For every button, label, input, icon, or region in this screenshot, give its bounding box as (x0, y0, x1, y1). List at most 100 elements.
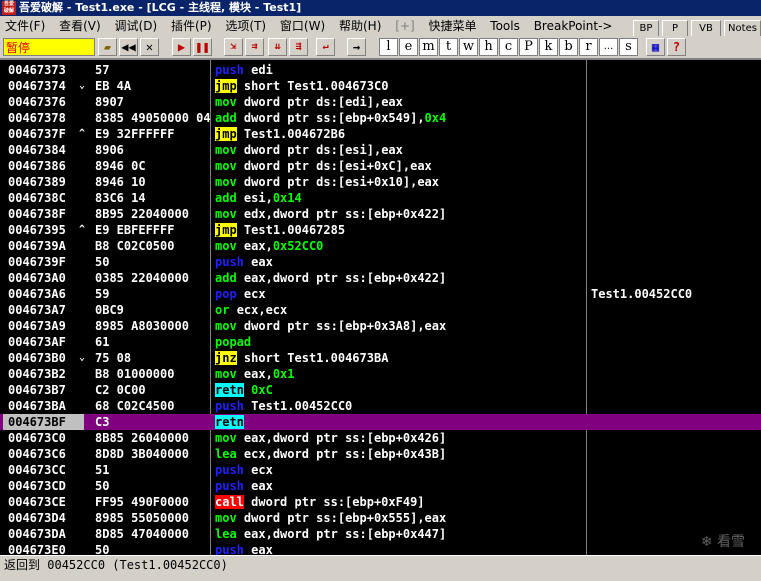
animate-over-icon[interactable]: ⇶ (289, 38, 308, 56)
menu-help[interactable]: 帮助(H) (334, 16, 386, 36)
disasm-row[interactable]: 004673CD 50 push eax (0, 478, 761, 494)
toolbar-runtrace-button[interactable]: ... (599, 38, 618, 56)
menu-plus[interactable]: [+] (390, 16, 419, 36)
restart-icon[interactable]: ◀◀ (119, 38, 138, 56)
menu-file[interactable]: 文件(F) (0, 16, 50, 36)
disasm-row[interactable]: 004673D4 8985 55050000 mov dword ptr ss:[e… (0, 510, 761, 526)
disasm-row[interactable]: 0046737F ^ E9 32FFFFFF jmp Test1.004672B6 (0, 126, 761, 142)
toolbar-memory-button[interactable]: m (419, 38, 438, 56)
help-icon[interactable]: ? (667, 38, 686, 56)
notes-button[interactable]: Notes (724, 20, 761, 37)
disasm-row[interactable]: 0046739F 50 push eax (0, 254, 761, 270)
instruction-mnemonic: push (215, 63, 244, 77)
row-address: 00467376 (8, 95, 66, 109)
toolbar-windows-button[interactable]: w (459, 38, 478, 56)
toolbar-modules-button[interactable]: e (399, 38, 418, 56)
toolbar-source-button[interactable]: s (619, 38, 638, 56)
animate-into-icon[interactable]: ⇊ (268, 38, 287, 56)
row-instruction: mov dword ptr ds:[esi],eax (215, 142, 585, 158)
open-folder-icon[interactable]: ▰ (98, 38, 117, 56)
menu-options[interactable]: 选项(T) (220, 16, 271, 36)
disassembly-pane[interactable]: 00467373 57 push edi 00467374 ⌄ EB 4A jmp shor… (0, 58, 761, 555)
disasm-row[interactable]: 0046738C 83C6 14 add esi,0x14 (0, 190, 761, 206)
p-button[interactable]: P (662, 20, 688, 37)
disasm-row[interactable]: 00467373 57 push edi (0, 62, 761, 78)
menu-tools[interactable]: Tools (485, 16, 525, 36)
row-hex-bytes: C2 0C00 (95, 383, 146, 397)
disasm-row[interactable]: 00467384 8906 mov dword ptr ds:[esi],eax (0, 142, 761, 158)
menu-window[interactable]: 窗口(W) (275, 16, 330, 36)
window-title: 吾爱破解 - Test1.exe - [LCG - 主线程, 模块 - Test… (19, 1, 302, 14)
disasm-row[interactable]: 004673BA 68 C02C4500 push Test1.00452CC0 (0, 398, 761, 414)
snowflake-icon: ❄ (700, 534, 713, 550)
bp-button[interactable]: BP (633, 20, 659, 37)
disasm-row[interactable]: 004673B0 ⌄ 75 08 jnz short Test1.004673BA (0, 350, 761, 366)
instruction-operand: ecx,dword ptr ss:[ebp+0x43B] (243, 447, 447, 461)
close-icon[interactable]: ✕ (140, 38, 159, 56)
execute-till-return-icon[interactable]: ↵ (316, 38, 335, 56)
disasm-row[interactable]: 004673A9 8985 A8030000 mov dword ptr ss:[e… (0, 318, 761, 334)
row-hex-bytes: 57 (95, 63, 110, 77)
disasm-row[interactable]: 004673C6 8D8D 3B040000 lea ecx,dword ptr s… (0, 446, 761, 462)
menu-plugins[interactable]: 插件(P) (166, 16, 217, 36)
toolbar-log-button[interactable]: l (379, 38, 398, 56)
row-comment: Test1.00452CC0 (591, 287, 693, 301)
menu-breakpoint[interactable]: BreakPoint-> (529, 16, 618, 36)
disasm-row[interactable]: 004673CC 51 push ecx (0, 462, 761, 478)
toolbar-references-button[interactable]: r (579, 38, 598, 56)
run-icon[interactable]: ▶ (172, 38, 191, 56)
disasm-row[interactable]: 004673B2 B8 01000000 mov eax,0x1 (0, 366, 761, 382)
row-hex-bytes: 8985 55050000 (95, 511, 189, 525)
step-into-icon[interactable]: ⇲ (224, 38, 243, 56)
disasm-row[interactable]: 004673BF C3 retn (0, 414, 761, 430)
toolbar-callstack-button[interactable]: k (539, 38, 558, 56)
row-instruction: mov dword ptr ss:[ebp+0x555],eax (215, 510, 585, 526)
disasm-row[interactable]: 004673A0 0385 22040000 add eax,dword ptr s… (0, 270, 761, 286)
menu-view[interactable]: 查看(V) (54, 16, 106, 36)
disasm-row[interactable]: 00467376 8907 mov dword ptr ds:[edi],eax (0, 94, 761, 110)
disasm-row[interactable]: 00467395 ^ E9 EBFEFFFF jmp Test1.00467285 (0, 222, 761, 238)
row-hex-bytes: 8D85 47040000 (95, 527, 189, 541)
disasm-row[interactable]: 0046738F 8B95 22040000 mov edx,dword ptr s… (0, 206, 761, 222)
row-instruction: jmp Test1.00467285 (215, 222, 585, 238)
vb-button[interactable]: VB (691, 20, 721, 37)
toolbar-patches-button[interactable]: P (519, 38, 538, 56)
goto-icon[interactable]: → (347, 38, 366, 56)
toolbar-handles-button[interactable]: h (479, 38, 498, 56)
disasm-row[interactable]: 00467386 8946 0C mov dword ptr ds:[esi+0xC… (0, 158, 761, 174)
settings-icon[interactable]: ▦ (646, 38, 665, 56)
disasm-row[interactable]: 004673C0 8B85 26040000 mov eax,dword ptr s… (0, 430, 761, 446)
row-address: 00467386 (8, 159, 66, 173)
menu-debug[interactable]: 调试(D) (110, 16, 163, 36)
disasm-row[interactable]: 00467389 8946 10 mov dword ptr ds:[esi+0x1… (0, 174, 761, 190)
instruction-operand: eax, (243, 239, 273, 253)
menu-shortcuts[interactable]: 快捷菜单 (423, 16, 481, 36)
row-address: 004673CE (8, 495, 66, 509)
title-bar: 吾爱 破解 吾爱破解 - Test1.exe - [LCG - 主线程, 模块 - … (0, 0, 761, 16)
disasm-row[interactable]: 004673A6 59 pop ecx Test1.00452CC0 (0, 286, 761, 302)
instruction-operand: dword ptr ds:[esi],eax (243, 143, 403, 157)
row-address: 004673CC (8, 463, 66, 477)
disasm-row[interactable]: 004673B7 C2 0C00 retn 0xC (0, 382, 761, 398)
disasm-row[interactable]: 004673A7 0BC9 or ecx,ecx (0, 302, 761, 318)
row-hex-bytes: B8 01000000 (95, 367, 175, 381)
instruction-mnemonic: mov (215, 143, 237, 157)
disasm-row[interactable]: 004673DA 8D85 47040000 lea eax,dword ptr s… (0, 526, 761, 542)
instruction-operand: short Test1.004673C0 (243, 79, 389, 93)
toolbar-breakpoints-button[interactable]: b (559, 38, 578, 56)
disasm-row[interactable]: 00467378 8385 49050000 04 add dword ptr ss… (0, 110, 761, 126)
disasm-row[interactable]: 004673AF 61 popad (0, 334, 761, 350)
row-instruction: or ecx,ecx (215, 302, 585, 318)
step-over-icon[interactable]: ⇉ (245, 38, 264, 56)
toolbar-threads-button[interactable]: t (439, 38, 458, 56)
disasm-row[interactable]: 004673CE FF95 490F0000 call dword ptr ss:[… (0, 494, 761, 510)
pause-icon[interactable]: ❚❚ (193, 38, 212, 56)
toolbar-cpu-button[interactable]: c (499, 38, 518, 56)
row-instruction: mov dword ptr ss:[ebp+0x3A8],eax (215, 318, 585, 334)
disasm-row[interactable]: 004673E0 50 push eax (0, 542, 761, 555)
disasm-row[interactable]: 00467374 ⌄ EB 4A jmp short Test1.004673C0 (0, 78, 761, 94)
instruction-operand: Test1.00452CC0 (251, 399, 353, 413)
row-hex-bytes: 61 (95, 335, 110, 349)
disasm-row[interactable]: 0046739A B8 C02C0500 mov eax,0x52CC0 (0, 238, 761, 254)
row-hex-bytes: 50 (95, 479, 110, 493)
